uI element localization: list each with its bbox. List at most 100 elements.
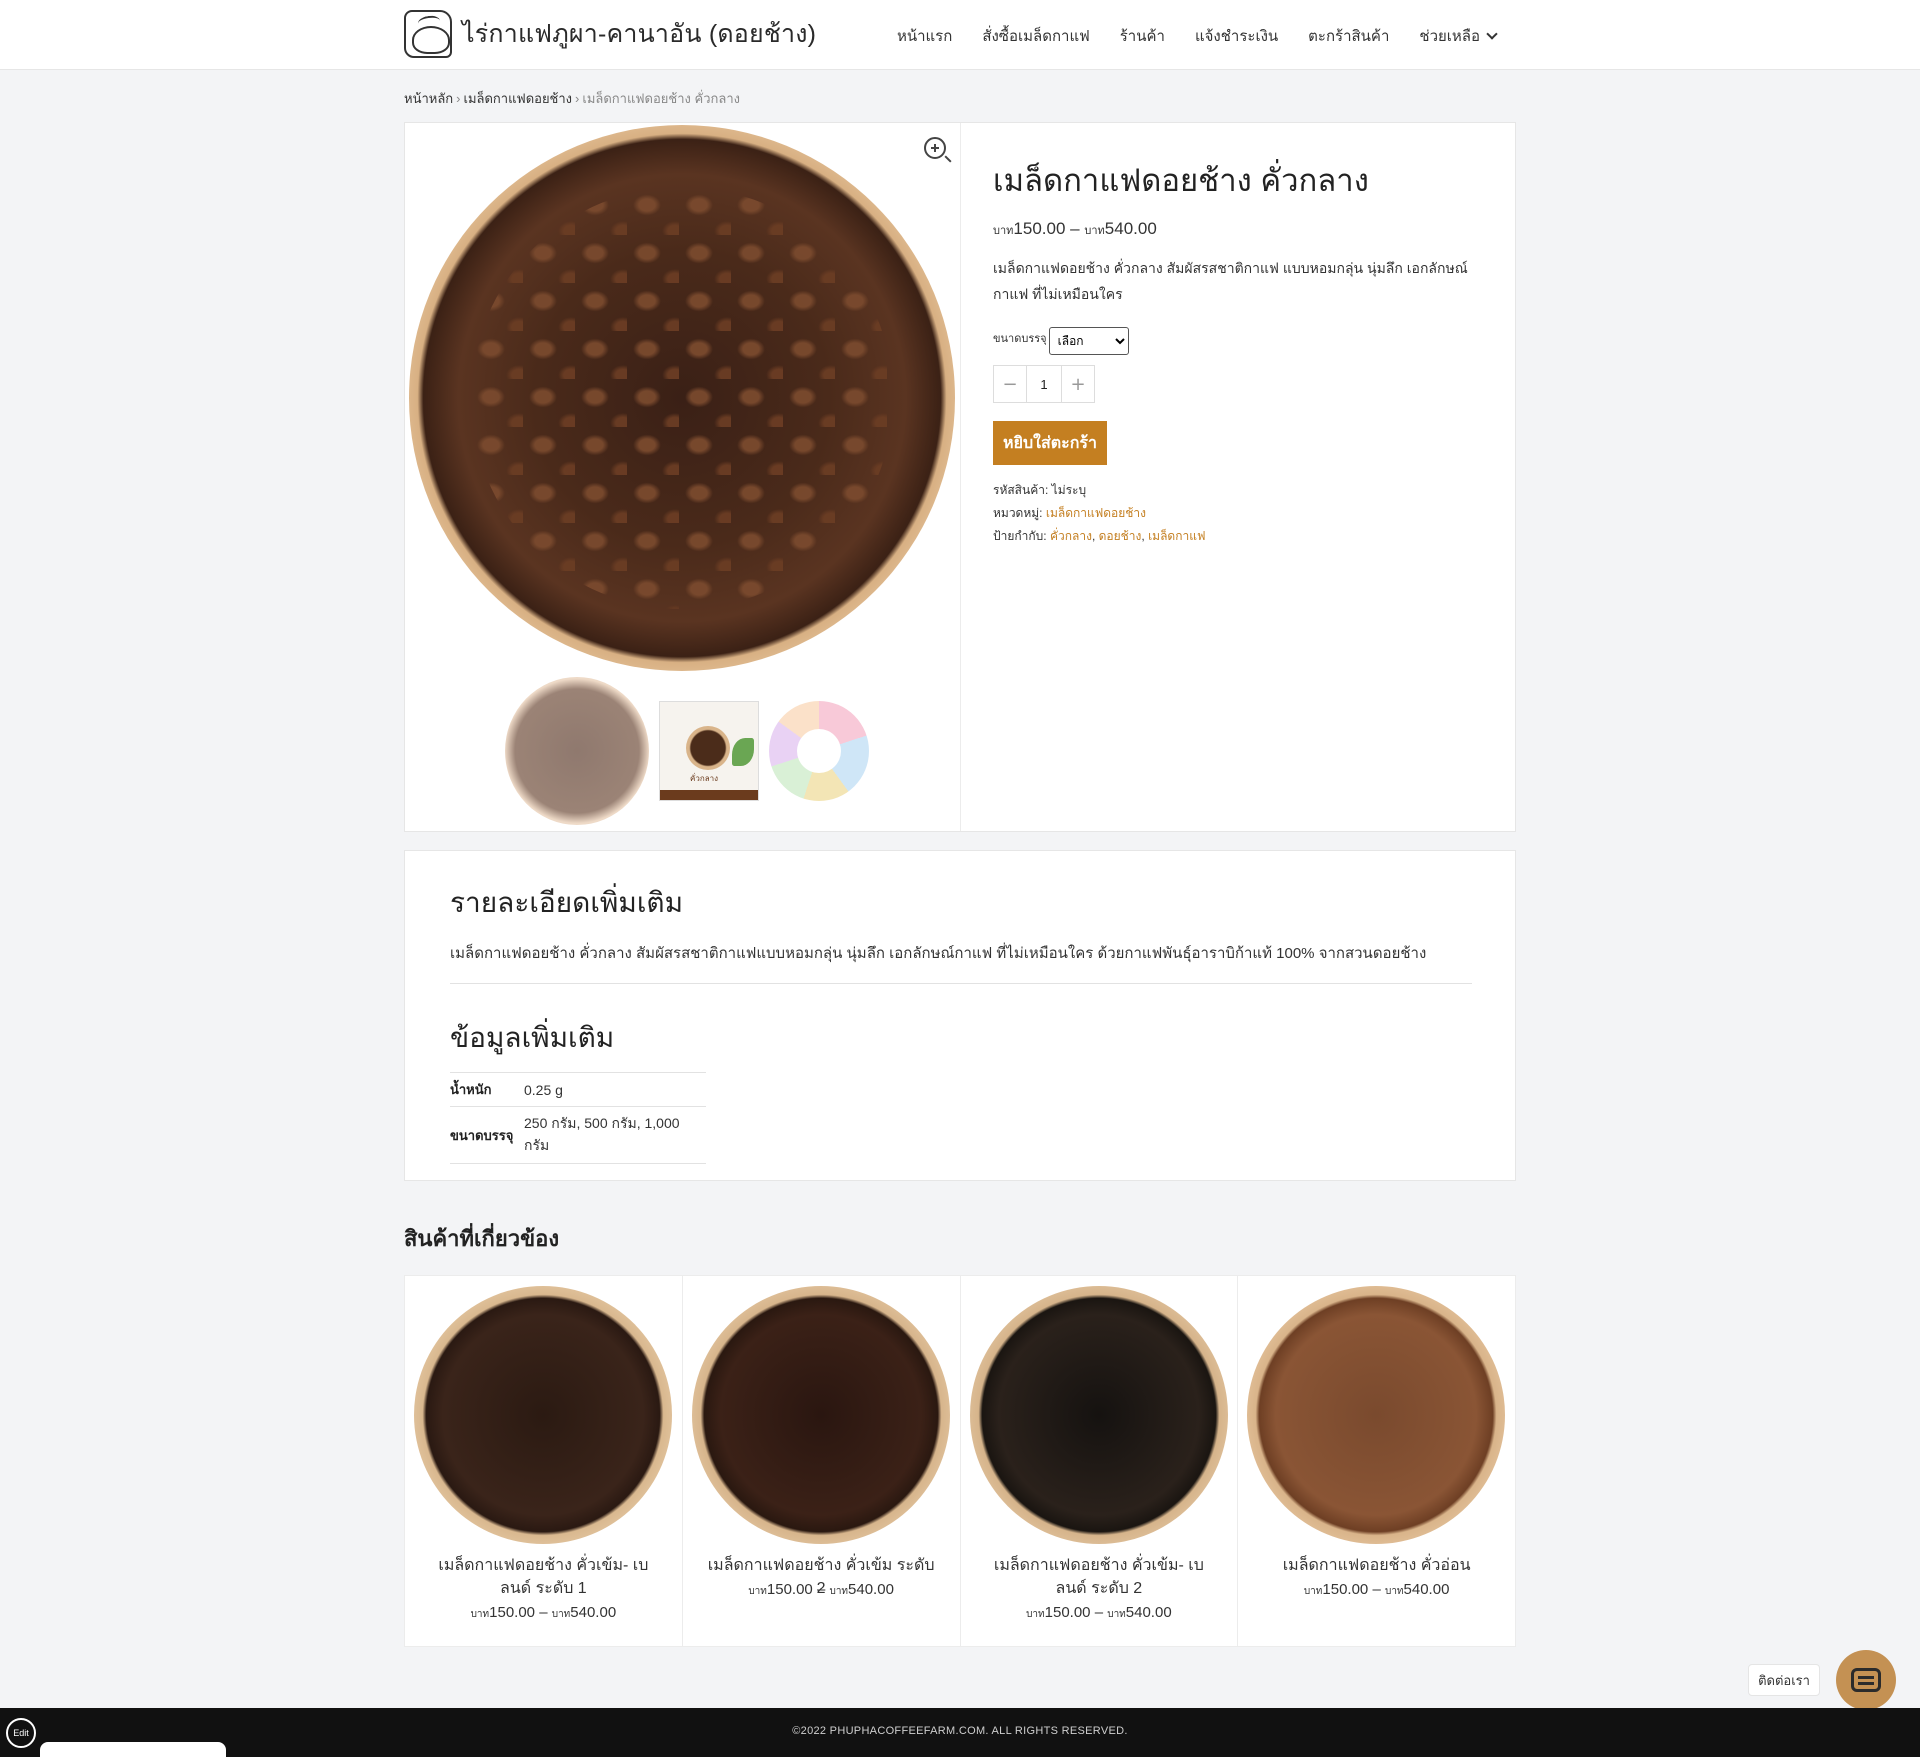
product-price: บาท150.00 – บาท540.00 xyxy=(993,219,1493,239)
related-product-price: บาท150.00 – บาท540.00 xyxy=(1238,1581,1515,1599)
attribute-value: 250 กรัม, 500 กรัม, 1,000 กรัม xyxy=(524,1106,706,1164)
breadcrumb: หน้าหลัก › เมล็ดกาแฟดอยช้าง › เมล็ดกาแฟดอยช้… xyxy=(404,88,740,109)
nav-cart[interactable]: ตะกร้าสินค้า xyxy=(1308,24,1389,48)
product-title: เมล็ดกาแฟดอยช้าง คั่วกลาง xyxy=(993,163,1369,198)
currency-label: บาท xyxy=(1107,1609,1126,1620)
farm-logo-icon xyxy=(404,10,452,58)
qty-increase-button[interactable]: + xyxy=(1062,366,1094,402)
price-dash: – xyxy=(1094,1604,1104,1621)
price-max: 540.00 xyxy=(1104,219,1157,238)
site-footer: Edit ©2022 PHUPHACOFFEEFARM.COM. ALL RIG… xyxy=(0,1708,1920,1757)
contact-us-label[interactable]: ติดต่อเรา xyxy=(1748,1664,1820,1696)
price-min: 150.00 xyxy=(766,1581,813,1598)
category-row: หมวดหมู่: เมล็ดกาแฟดอยช้าง xyxy=(993,502,1493,525)
related-product-card[interactable]: เมล็ดกาแฟดอยช้าง คั่วเข้ม- เบลนด์ ระดับ … xyxy=(405,1276,682,1646)
attribute-name: น้ำหนัก xyxy=(450,1072,524,1107)
thumbnail-package[interactable]: คั่วกลาง xyxy=(659,701,759,801)
related-product-image[interactable] xyxy=(969,1286,1228,1544)
additional-info-heading: ข้อมูลเพิ่มเติม xyxy=(450,1022,615,1053)
breadcrumb-home[interactable]: หน้าหลัก xyxy=(404,91,453,106)
currency-label: บาท xyxy=(1084,225,1105,237)
price-min: 150.00 xyxy=(1013,219,1066,238)
tags-label: ป้ายกำกับ: xyxy=(993,529,1047,543)
price-dash: – xyxy=(1372,1581,1381,1598)
copyright-text: ©2022 PHUPHACOFFEEFARM.COM. ALL RIGHTS R… xyxy=(792,1725,1128,1737)
product-summary: เมล็ดกาแฟดอยช้าง คั่วกลาง บาท150.00 – บา… xyxy=(993,123,1493,548)
qty-input[interactable]: 1 xyxy=(1026,366,1062,402)
chat-icon xyxy=(1851,1668,1881,1692)
sku-row: รหัสสินค้า: ไม่ระบุ xyxy=(993,479,1493,502)
related-product-image[interactable] xyxy=(691,1286,950,1544)
currency-label: บาท xyxy=(993,225,1014,237)
product-gallery: คั่วกลาง xyxy=(405,123,961,831)
currency-label: บาท xyxy=(470,1609,490,1620)
currency-label: บาท xyxy=(748,1586,767,1597)
breadcrumb-separator: › xyxy=(456,91,461,106)
price-min: 150.00 xyxy=(1322,1581,1369,1598)
tags-row: ป้ายกำกับ: คั่วกลาง, ดอยช้าง, เมล็ดกาแฟ xyxy=(993,529,1206,543)
chevron-down-icon xyxy=(1486,28,1498,40)
main-nav: หน้าแรก สั่งซื้อเมล็ดกาแฟ ร้านค้า แจ้งชำ… xyxy=(897,24,1498,48)
chat-button[interactable] xyxy=(1836,1650,1896,1710)
price-dash: – xyxy=(1070,219,1080,238)
breadcrumb-separator: › xyxy=(575,91,580,106)
tag-link[interactable]: เมล็ดกาแฟ xyxy=(1148,529,1205,543)
category-link[interactable]: เมล็ดกาแฟดอยช้าง xyxy=(1046,506,1146,520)
quantity-stepper: − 1 + xyxy=(993,365,1095,403)
zoom-in-icon[interactable] xyxy=(924,137,946,159)
product-meta: รหัสสินค้า: ไม่ระบุ หมวดหมู่: เมล็ดกาแฟด… xyxy=(993,479,1493,548)
table-row: น้ำหนัก 0.25 g xyxy=(450,1072,706,1107)
currency-label: บาท xyxy=(1026,1609,1045,1620)
related-product-card[interactable]: เมล็ดกาแฟดอยช้าง คั่วอ่อน บาท150.00 – บา… xyxy=(1238,1276,1515,1646)
site-logo-link[interactable]: ไร่กาแฟภูผา-คานาอัน (ดอยช้าง) xyxy=(404,10,816,58)
tag-link[interactable]: ดอยช้าง xyxy=(1099,529,1142,543)
related-product-image[interactable] xyxy=(414,1286,672,1544)
description-text: เมล็ดกาแฟดอยช้าง คั่วกลาง สัมผัสรสชาติกา… xyxy=(450,941,1472,984)
variation-row: ขนาดบรรจุ เลือก xyxy=(993,327,1493,355)
price-max: 540.00 xyxy=(1125,1604,1172,1621)
price-dash: – xyxy=(816,1581,826,1598)
breadcrumb-category[interactable]: เมล็ดกาแฟดอยช้าง xyxy=(464,91,573,106)
nav-help-label: ช่วยเหลือ xyxy=(1419,28,1480,45)
nav-help[interactable]: ช่วยเหลือ xyxy=(1419,24,1498,48)
product-details-card: รายละเอียดเพิ่มเติม เมล็ดกาแฟดอยช้าง คั่… xyxy=(404,850,1516,1181)
currency-label: บาท xyxy=(1384,1586,1404,1597)
related-product-name[interactable]: เมล็ดกาแฟดอยช้าง คั่วเข้ม- เบลนด์ ระดับ … xyxy=(981,1554,1218,1600)
related-product-card[interactable]: เมล็ดกาแฟดอยช้าง คั่วเข้ม ระดับ 2 บาท150… xyxy=(682,1276,960,1646)
currency-label: บาท xyxy=(829,1586,849,1597)
price-dash: – xyxy=(539,1604,548,1621)
attributes-table: น้ำหนัก 0.25 g ขนาดบรรจุ 250 กรัม, 500 ก… xyxy=(450,1072,706,1164)
nav-home[interactable]: หน้าแรก xyxy=(897,24,952,48)
site-header: ไร่กาแฟภูผา-คานาอัน (ดอยช้าง) หน้าแรก สั… xyxy=(0,0,1920,70)
sku-label: รหัสสินค้า: xyxy=(993,483,1049,497)
add-to-cart-button[interactable]: หยิบใส่ตะกร้า xyxy=(993,421,1107,465)
qty-decrease-button[interactable]: − xyxy=(994,366,1026,402)
currency-label: บาท xyxy=(1303,1586,1323,1597)
price-min: 150.00 xyxy=(489,1604,536,1621)
attribute-name: ขนาดบรรจุ xyxy=(450,1106,524,1164)
nav-payment-notice[interactable]: แจ้งชำระเงิน xyxy=(1195,24,1278,48)
thumbnail-flavor-wheel[interactable] xyxy=(769,701,869,801)
tag-link[interactable]: คั่วกลาง xyxy=(1050,529,1092,543)
thumbnail-package-caption: คั่วกลาง xyxy=(690,774,718,783)
price-max: 540.00 xyxy=(848,1581,894,1598)
product-short-description: เมล็ดกาแฟดอยช้าง คั่วกลาง สัมผัสรสชาติกา… xyxy=(993,260,1468,302)
description-heading: รายละเอียดเพิ่มเติม xyxy=(450,887,684,918)
thumbnail-beans[interactable] xyxy=(505,677,649,825)
nav-order-beans[interactable]: สั่งซื้อเมล็ดกาแฟ xyxy=(982,24,1089,48)
site-title[interactable]: ไร่กาแฟภูผา-คานาอัน (ดอยช้าง) xyxy=(462,14,816,54)
related-heading: สินค้าที่เกี่ยวข้อง xyxy=(404,1226,560,1251)
related-product-price: บาท150.00 – บาท540.00 xyxy=(683,1581,960,1599)
related-product-name[interactable]: เมล็ดกาแฟดอยช้าง คั่วเข้ม- เบลนด์ ระดับ … xyxy=(425,1554,662,1600)
product-main-image[interactable] xyxy=(409,125,955,671)
price-min: 150.00 xyxy=(1044,1604,1091,1621)
price-max: 540.00 xyxy=(570,1604,617,1621)
package-size-select[interactable]: เลือก xyxy=(1048,327,1129,355)
nav-shop[interactable]: ร้านค้า xyxy=(1120,24,1165,48)
related-product-image[interactable] xyxy=(1247,1286,1506,1544)
attribute-value: 0.25 g xyxy=(524,1072,706,1107)
price-max: 540.00 xyxy=(1403,1581,1450,1598)
related-product-card[interactable]: เมล็ดกาแฟดอยช้าง คั่วเข้ม- เบลนด์ ระดับ … xyxy=(960,1276,1238,1646)
bottom-tab xyxy=(40,1742,226,1757)
related-product-name[interactable]: เมล็ดกาแฟดอยช้าง คั่วอ่อน xyxy=(1258,1554,1495,1577)
